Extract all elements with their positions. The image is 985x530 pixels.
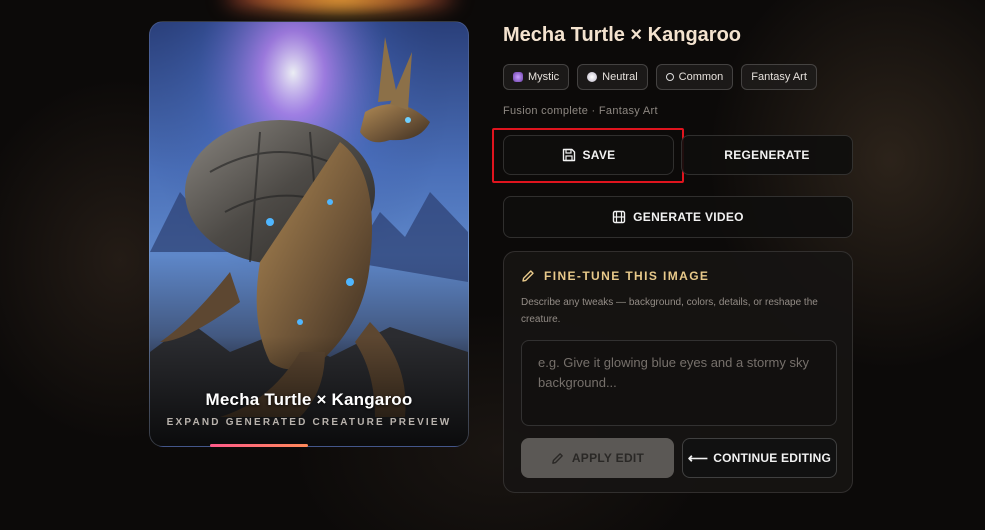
tag-mystic: Mystic: [503, 64, 570, 90]
save-button[interactable]: SAVE: [503, 135, 674, 175]
regenerate-button[interactable]: REGENERATE: [681, 135, 853, 175]
fine-tune-heading-label: FINE-TUNE THIS IMAGE: [544, 269, 710, 283]
tag-label: Common: [678, 71, 724, 83]
tag-label: Neutral: [602, 71, 638, 83]
fine-tune-description: Describe any tweaks — background, colors…: [521, 297, 818, 325]
apply-edit-button[interactable]: APPLY EDIT: [521, 438, 674, 478]
creature-preview-card[interactable]: Mecha Turtle × Kangaroo EXPAND GENERATED…: [149, 21, 469, 447]
tag-fantasy-art: Fantasy Art: [741, 64, 817, 90]
fine-tune-heading: FINE-TUNE THIS IMAGE: [521, 269, 709, 283]
status-text: Fusion complete · Fantasy Art: [503, 105, 658, 117]
crystal-ball-icon: [513, 72, 523, 82]
generate-video-button-label: GENERATE VIDEO: [633, 210, 744, 224]
card-title: Mecha Turtle × Kangaroo: [205, 390, 413, 409]
fine-tune-panel: FINE-TUNE THIS IMAGE Describe any tweaks…: [503, 251, 853, 493]
card-expand-hint[interactable]: EXPAND GENERATED CREATURE PREVIEW: [150, 417, 468, 428]
regenerate-button-label: REGENERATE: [724, 148, 810, 162]
creature-title: Mecha Turtle × Kangaroo: [503, 24, 742, 46]
apply-edit-label: APPLY EDIT: [571, 451, 645, 465]
pencil-icon: [551, 452, 563, 464]
save-button-label: SAVE: [582, 148, 616, 162]
edit-prompt-textarea[interactable]: e.g. Give it glowing blue eyes and a sto…: [521, 340, 837, 426]
tag-list: Mystic Neutral Common Fantasy Art: [503, 64, 817, 90]
edit-prompt-placeholder: e.g. Give it glowing blue eyes and a sto…: [538, 355, 809, 390]
neutral-dot-icon: [587, 72, 598, 82]
film-icon: [612, 210, 626, 224]
continue-editing-label: CONTINUE EDITING: [713, 451, 832, 465]
pencil-icon: [522, 270, 534, 282]
tag-label: Mystic: [528, 71, 560, 83]
ring-icon: [665, 73, 674, 81]
arrow-left-icon: ⟵: [687, 449, 709, 466]
floppy-disk-icon: [562, 148, 575, 162]
continue-editing-button[interactable]: ⟵ CONTINUE EDITING: [682, 438, 837, 478]
tag-label: Fantasy Art: [751, 71, 807, 83]
progress-indicator: [210, 444, 308, 447]
generate-video-button[interactable]: GENERATE VIDEO: [503, 196, 853, 238]
tag-common: Common: [655, 64, 734, 90]
tag-neutral: Neutral: [577, 64, 648, 90]
